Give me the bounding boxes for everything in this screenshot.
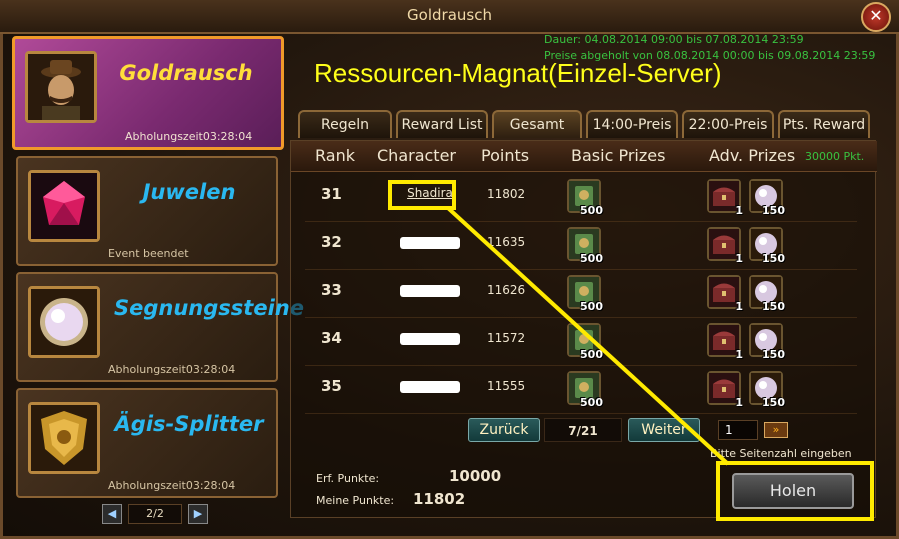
annotation-arrow: [446, 206, 730, 466]
